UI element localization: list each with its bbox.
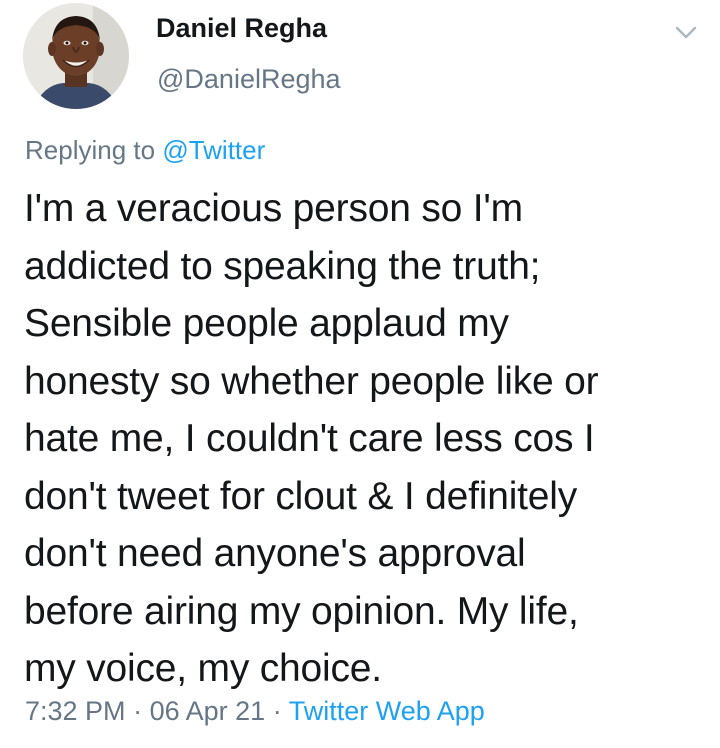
replying-to-label: Replying to <box>25 135 156 165</box>
tweet-text-line: Sensible people applaud my <box>24 302 509 345</box>
reply-mention-link[interactable]: @Twitter <box>162 135 265 165</box>
tweet-text-line: my voice, my choice. <box>24 647 382 690</box>
user-handle[interactable]: @DanielRegha <box>157 64 341 95</box>
tweet-card: Daniel Regha @DanielRegha Replying to @T… <box>0 0 720 748</box>
tweet-text-line: don't need anyone's approval <box>24 532 526 575</box>
tweet-time[interactable]: 7:32 PM <box>25 696 126 726</box>
display-name[interactable]: Daniel Regha <box>156 13 327 44</box>
tweet-text-line: addicted to speaking the truth; <box>24 244 541 288</box>
tweet-menu-button[interactable] <box>673 22 699 42</box>
tweet-metadata: 7:32 PM · 06 Apr 21 · Twitter Web App <box>25 696 485 727</box>
tweet-text: I'm a veracious person so I'm addicted t… <box>24 180 704 698</box>
tweet-text-line: before airing my opinion. My life, <box>24 589 579 633</box>
meta-separator: · <box>133 696 143 726</box>
meta-separator: · <box>272 696 282 726</box>
tweet-text-line: I'm a veracious person so I'm <box>24 187 523 230</box>
tweet-text-line: don't tweet for clout & I definitely <box>24 474 578 518</box>
tweet-text-line: hate me, I couldn't care less cos I <box>24 417 595 460</box>
avatar[interactable] <box>23 3 129 109</box>
tweet-text-line: honesty so whether people like or <box>24 359 599 403</box>
profile-photo-icon <box>23 3 129 109</box>
chevron-down-icon <box>675 26 697 39</box>
tweet-source-link[interactable]: Twitter Web App <box>289 696 485 726</box>
tweet-date[interactable]: 06 Apr 21 <box>150 696 266 726</box>
replying-to: Replying to @Twitter <box>25 135 265 166</box>
